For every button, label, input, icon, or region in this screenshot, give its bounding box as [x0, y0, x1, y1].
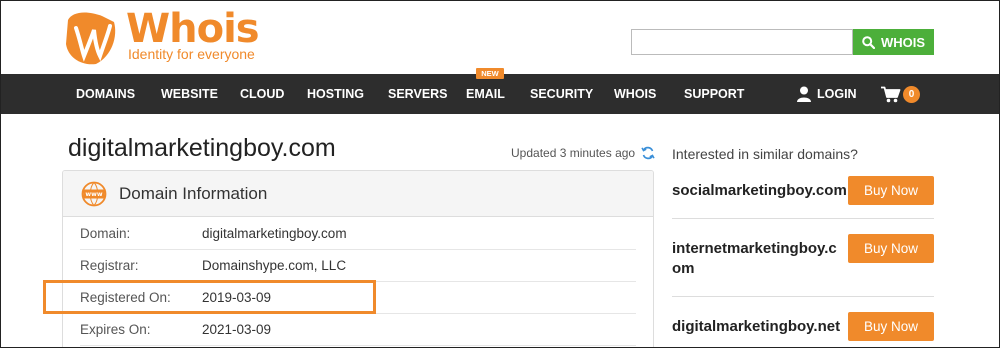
buy-now-button[interactable]: Buy Now: [848, 176, 934, 205]
cart-count-badge: 0: [903, 85, 920, 103]
whois-search-button[interactable]: WHOIS: [853, 29, 934, 55]
cart-icon: [881, 86, 901, 102]
suggestion-item: socialmarketingboy.com Buy Now: [672, 176, 934, 206]
whois-search-label: WHOIS: [880, 34, 926, 50]
row-label: Registrar:: [80, 258, 139, 273]
card-title: Domain Information: [119, 183, 268, 203]
login-link[interactable]: LOGIN: [797, 74, 857, 114]
user-icon: [797, 86, 811, 102]
card-header: www Domain Information: [63, 171, 653, 217]
nav-item-website[interactable]: WEBSITE: [161, 74, 218, 114]
info-row-registrar: Registrar: Domainshype.com, LLC: [80, 250, 636, 282]
nav-item-email[interactable]: EMAIL: [466, 74, 505, 114]
refresh-icon[interactable]: [641, 146, 655, 160]
updated-status: Updated 3 minutes ago: [511, 146, 655, 160]
suggestion-domain-name[interactable]: digitalmarketingboy.net: [672, 317, 840, 337]
row-label: Expires On:: [80, 322, 151, 337]
divider: [672, 218, 934, 219]
info-row-expires-on: Expires On: 2021-03-09: [80, 314, 636, 346]
www-globe-icon: www: [81, 181, 107, 206]
suggestion-item: internetmarketingboy.com Buy Now: [672, 234, 934, 280]
page-title: digitalmarketingboy.com: [68, 134, 336, 162]
info-row-domain: Domain: digitalmarketingboy.com: [80, 218, 636, 250]
site-header: Whois Identity for everyone WHOIS: [0, 0, 1000, 74]
svg-text:www: www: [85, 191, 102, 198]
registered-on-highlight-box: [43, 280, 376, 314]
row-value: Domainshype.com, LLC: [202, 258, 347, 273]
suggestion-domain-name[interactable]: internetmarketingboy.com: [672, 239, 842, 279]
row-label: Domain:: [80, 226, 131, 241]
cart-button[interactable]: 0: [881, 74, 920, 114]
suggestion-item: digitalmarketingboy.net Buy Now: [672, 312, 934, 342]
search-icon: [862, 35, 875, 49]
logo-tagline: Identity for everyone: [128, 46, 255, 62]
nav-item-servers[interactable]: SERVERS: [388, 74, 448, 114]
nav-item-whois[interactable]: WHOIS: [614, 74, 656, 114]
row-value: digitalmarketingboy.com: [202, 226, 347, 241]
whois-logo-icon: [66, 12, 116, 65]
nav-item-support[interactable]: SUPPORT: [684, 74, 744, 114]
new-badge: NEW: [476, 68, 504, 79]
nav-item-security[interactable]: SECURITY: [530, 74, 593, 114]
updated-text: Updated 3 minutes ago: [511, 146, 636, 160]
search-input[interactable]: [631, 29, 853, 55]
nav-item-hosting[interactable]: HOSTING: [307, 74, 364, 114]
nav-item-domains[interactable]: DOMAINS: [76, 74, 135, 114]
divider: [672, 296, 934, 297]
similar-domains-heading: Interested in similar domains?: [672, 146, 858, 162]
login-label: LOGIN: [817, 87, 857, 101]
suggestion-domain-name[interactable]: socialmarketingboy.com: [672, 181, 847, 201]
logo[interactable]: Whois Identity for everyone: [62, 6, 272, 66]
buy-now-button[interactable]: Buy Now: [848, 312, 934, 341]
row-value: 2021-03-09: [202, 322, 272, 337]
buy-now-button[interactable]: Buy Now: [848, 234, 934, 263]
nav-item-cloud[interactable]: CLOUD: [240, 74, 284, 114]
domain-information-card: www Domain Information Domain: digitalma…: [62, 170, 654, 348]
